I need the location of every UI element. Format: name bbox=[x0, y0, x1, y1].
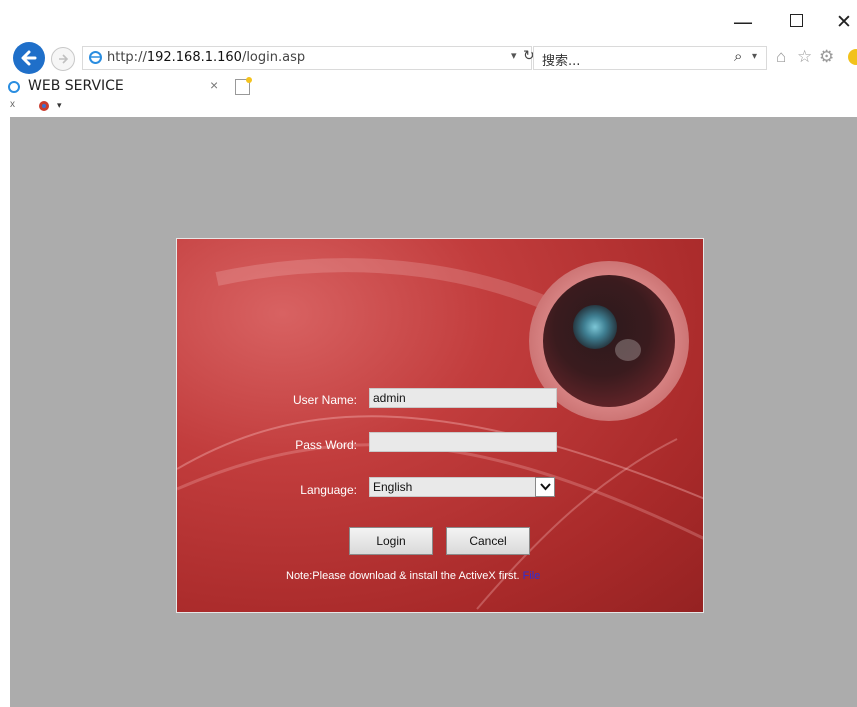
url-text: http://192.168.1.160/login.asp bbox=[107, 50, 306, 65]
tab-web-service[interactable]: WEB SERVICE × bbox=[6, 76, 226, 98]
language-label: Language: bbox=[300, 483, 357, 497]
activex-note-text: Note:Please download & install the Activ… bbox=[286, 570, 520, 582]
new-tab-button[interactable] bbox=[235, 77, 252, 95]
username-field[interactable]: admin bbox=[369, 388, 557, 408]
file-download-link[interactable]: File bbox=[523, 570, 541, 582]
cancel-button[interactable]: Cancel bbox=[446, 527, 530, 555]
ie-page-icon bbox=[89, 51, 102, 64]
favorites-star-icon[interactable]: ☆ bbox=[797, 47, 812, 67]
search-dropdown-icon[interactable]: ▾ bbox=[752, 51, 757, 62]
chevron-down-icon[interactable] bbox=[535, 477, 555, 497]
password-label: Pass Word: bbox=[295, 438, 357, 452]
ie-tab-icon bbox=[8, 81, 20, 93]
close-window-button[interactable]: ✕ bbox=[836, 11, 852, 33]
favorites-dropdown-icon[interactable]: ▾ bbox=[57, 100, 62, 111]
tab-title: WEB SERVICE bbox=[28, 78, 124, 94]
minimize-button[interactable]: — bbox=[733, 10, 753, 34]
forward-arrow-icon bbox=[59, 54, 69, 64]
back-button[interactable] bbox=[13, 42, 45, 74]
home-icon[interactable]: ⌂ bbox=[776, 47, 786, 67]
activex-note: Note:Please download & install the Activ… bbox=[286, 570, 540, 582]
username-label: User Name: bbox=[292, 393, 357, 407]
favorites-feed-icon[interactable] bbox=[38, 100, 50, 112]
forward-button[interactable] bbox=[51, 47, 75, 71]
back-arrow-icon bbox=[21, 50, 37, 66]
address-dropdown-icon[interactable]: ▾ bbox=[511, 49, 517, 62]
language-selected-value: English bbox=[373, 480, 413, 494]
search-box[interactable]: 搜索... ⌕ ▾ bbox=[533, 46, 767, 70]
login-button[interactable]: Login bbox=[349, 527, 433, 555]
feedback-smiley-icon[interactable] bbox=[848, 49, 857, 65]
tab-close-icon[interactable]: × bbox=[210, 77, 218, 93]
language-select[interactable]: English bbox=[369, 477, 555, 497]
address-bar[interactable]: http://192.168.1.160/login.asp ▾ ↻ bbox=[82, 46, 535, 70]
maximize-button[interactable] bbox=[790, 14, 803, 27]
search-placeholder: 搜索... bbox=[542, 54, 581, 69]
search-icon[interactable]: ⌕ bbox=[734, 48, 742, 65]
password-field[interactable] bbox=[369, 432, 557, 452]
favorites-close-icon[interactable]: x bbox=[10, 99, 15, 110]
login-panel: User Name: admin Pass Word: Language: En… bbox=[176, 238, 704, 613]
gear-icon[interactable]: ⚙ bbox=[819, 47, 834, 67]
